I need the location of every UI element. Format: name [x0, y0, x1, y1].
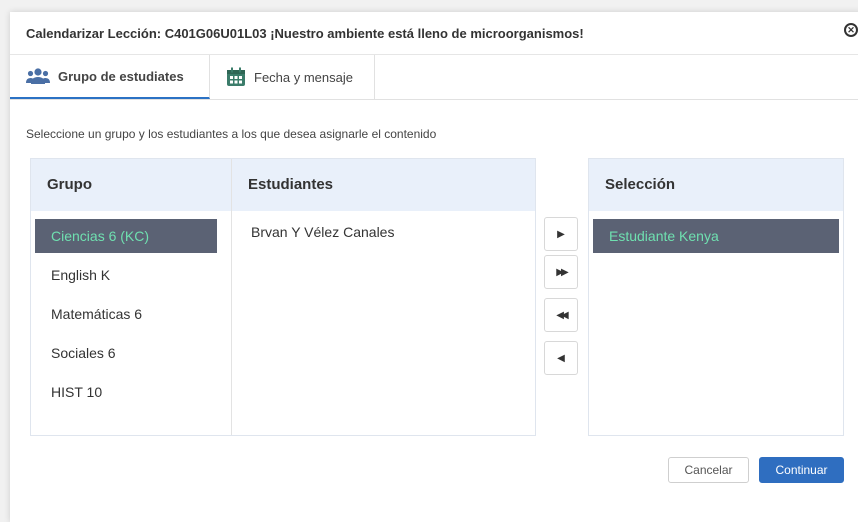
- student-item[interactable]: Bryan Y Vélez Canales: [251, 223, 394, 237]
- students-column-header: Estudiantes: [232, 159, 535, 211]
- selected-student-item[interactable]: Estudiante Kenya: [593, 219, 839, 253]
- group-item-hist-10[interactable]: HIST 10: [35, 375, 217, 409]
- column-divider: [231, 159, 232, 435]
- selection-panel: Selección Estudiante Kenya: [588, 158, 844, 436]
- group-item-english-k[interactable]: English K: [35, 258, 217, 292]
- group-column-header: Grupo: [31, 159, 231, 211]
- tab-bar: Grupo de estudiates Fecha y mensaje: [10, 55, 858, 100]
- calendar-icon: [226, 67, 246, 87]
- move-all-right-button[interactable]: ▶▶: [544, 255, 578, 289]
- dialog-title: Calendarizar Lección: C401G06U01L03 ¡Nue…: [26, 26, 584, 41]
- tab-student-group[interactable]: Grupo de estudiates: [10, 55, 210, 99]
- group-item-matematicas-6[interactable]: Matemáticas 6: [35, 297, 217, 331]
- move-right-button[interactable]: ▶: [544, 217, 578, 251]
- move-left-button[interactable]: ◀: [544, 341, 578, 375]
- close-icon[interactable]: ✕: [844, 23, 858, 37]
- group-item-ciencias-6[interactable]: Ciencias 6 (KC): [35, 219, 217, 253]
- users-icon: [26, 67, 50, 85]
- move-all-left-icon: ◀◀: [556, 309, 569, 321]
- continue-button[interactable]: Continuar: [759, 457, 844, 483]
- cancel-button[interactable]: Cancelar: [668, 457, 749, 483]
- selection-column-header: Selección: [589, 159, 843, 211]
- move-all-left-button[interactable]: ◀◀: [544, 298, 578, 332]
- schedule-lesson-dialog: Calendarizar Lección: C401G06U01L03 ¡Nue…: [10, 12, 858, 522]
- instruction-text: Seleccione un grupo y los estudiantes a …: [26, 127, 437, 141]
- tab-label: Grupo de estudiates: [58, 68, 184, 84]
- group-item-sociales-6[interactable]: Sociales 6: [35, 336, 217, 370]
- move-left-icon: ◀: [557, 352, 565, 364]
- tab-label: Fecha y mensaje: [254, 69, 353, 85]
- tab-date-message[interactable]: Fecha y mensaje: [210, 55, 375, 99]
- move-right-icon: ▶: [557, 228, 565, 240]
- dialog-titlebar: Calendarizar Lección: C401G06U01L03 ¡Nue…: [10, 12, 858, 55]
- group-student-panel: Grupo Estudiantes Ciencias 6 (KC) Englis…: [30, 158, 536, 436]
- move-all-right-icon: ▶▶: [556, 266, 569, 278]
